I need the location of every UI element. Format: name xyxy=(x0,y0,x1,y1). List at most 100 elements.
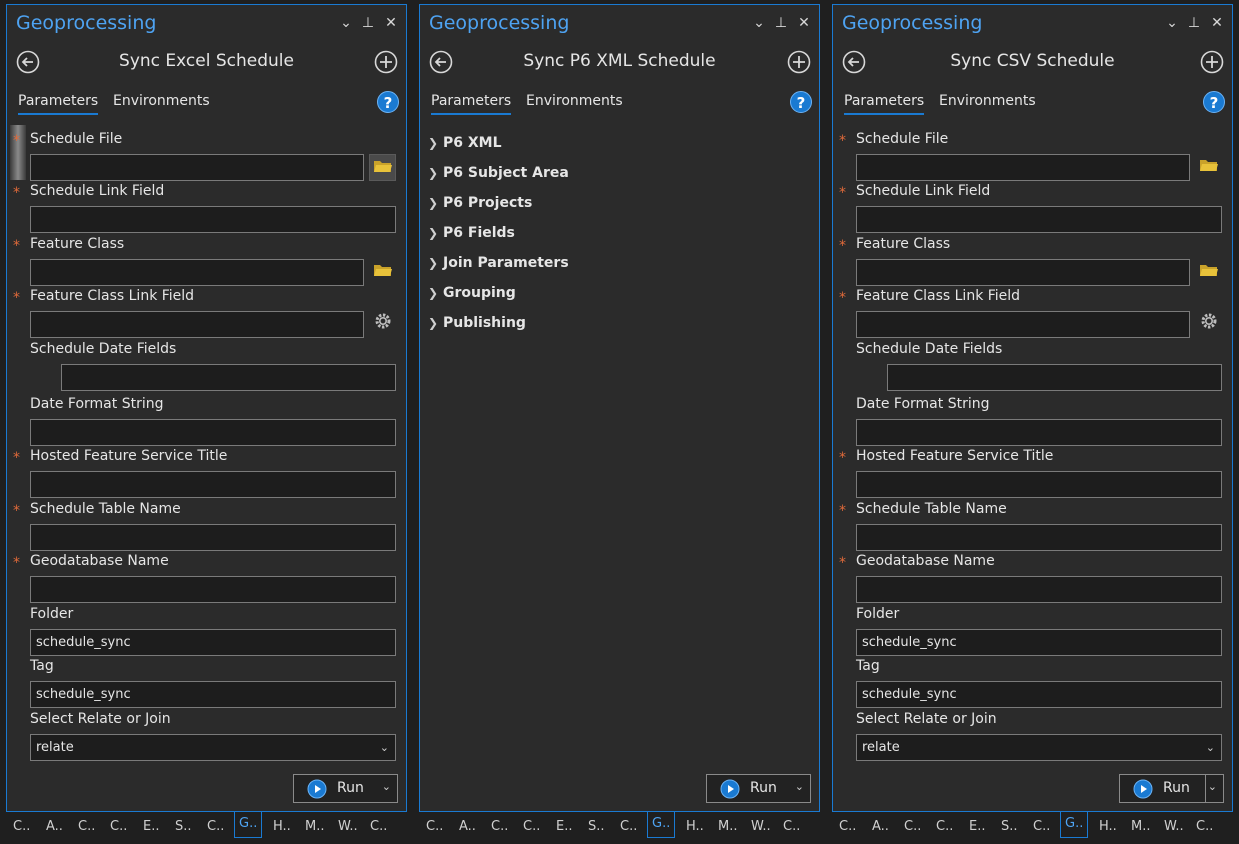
back-icon[interactable] xyxy=(842,50,866,74)
group-p6-xml[interactable]: ❯ P6 XML xyxy=(420,133,819,163)
pin-icon[interactable]: ⊥ xyxy=(360,15,376,31)
close-icon[interactable]: ✕ xyxy=(383,15,399,31)
tab-environments[interactable]: Environments xyxy=(113,93,210,113)
pin-icon[interactable]: ⊥ xyxy=(1186,15,1202,31)
dock-tab[interactable]: A.. xyxy=(459,815,476,839)
dock-tab-active[interactable]: G.. xyxy=(647,812,676,838)
folder-input[interactable]: schedule_sync xyxy=(30,629,396,656)
folder-browse-icon[interactable] xyxy=(1195,154,1222,181)
feature-class-link-field-input[interactable] xyxy=(30,311,364,338)
date-format-string-input[interactable] xyxy=(30,419,396,446)
schedule-table-name-input[interactable] xyxy=(30,524,396,551)
dock-tab[interactable]: C.. xyxy=(426,815,443,839)
options-chevron-icon[interactable]: ⌄ xyxy=(751,15,767,31)
dock-tab[interactable]: C.. xyxy=(110,815,127,839)
schedule-file-input[interactable] xyxy=(30,154,364,181)
tab-parameters[interactable]: Parameters xyxy=(844,93,925,115)
dock-tab[interactable]: W.. xyxy=(751,815,771,839)
back-icon[interactable] xyxy=(16,50,40,74)
folder-browse-icon[interactable] xyxy=(1195,259,1222,286)
folder-browse-icon[interactable] xyxy=(369,259,396,286)
dock-tab[interactable]: M.. xyxy=(305,815,324,839)
hosted-feature-service-title-input[interactable] xyxy=(30,471,396,498)
dock-tab[interactable]: M.. xyxy=(718,815,737,839)
geodatabase-name-input[interactable] xyxy=(856,576,1222,603)
group-publishing[interactable]: ❯ Publishing xyxy=(420,313,819,343)
group-p6-fields[interactable]: ❯ P6 Fields xyxy=(420,223,819,253)
dock-tab-active[interactable]: G.. xyxy=(1060,812,1089,838)
help-icon[interactable]: ? xyxy=(377,91,399,113)
dock-tab[interactable]: E.. xyxy=(143,815,159,839)
run-button[interactable]: Run ⌄ xyxy=(1119,774,1224,803)
back-icon[interactable] xyxy=(429,50,453,74)
dock-tab[interactable]: S.. xyxy=(588,815,605,839)
schedule-date-fields-input[interactable] xyxy=(887,364,1222,391)
date-format-string-input[interactable] xyxy=(856,419,1222,446)
dock-tab[interactable]: C.. xyxy=(207,815,224,839)
gear-icon[interactable] xyxy=(369,311,396,338)
schedule-link-field-input[interactable] xyxy=(856,206,1222,233)
dock-tab[interactable]: E.. xyxy=(969,815,985,839)
tag-input[interactable]: schedule_sync xyxy=(856,681,1222,708)
feature-class-input[interactable] xyxy=(856,259,1190,286)
close-icon[interactable]: ✕ xyxy=(796,15,812,31)
group-p6-projects[interactable]: ❯ P6 Projects xyxy=(420,193,819,223)
options-chevron-icon[interactable]: ⌄ xyxy=(1164,15,1180,31)
dock-tab[interactable]: C.. xyxy=(936,815,953,839)
dock-tab[interactable]: H.. xyxy=(1099,815,1117,839)
relate-or-join-select[interactable]: relate ⌄ xyxy=(30,734,396,761)
hosted-feature-service-title-input[interactable] xyxy=(856,471,1222,498)
add-icon[interactable] xyxy=(374,50,398,74)
tab-parameters[interactable]: Parameters xyxy=(431,93,512,115)
dock-tab[interactable]: E.. xyxy=(556,815,572,839)
dock-tab[interactable]: C.. xyxy=(370,815,387,839)
tab-environments[interactable]: Environments xyxy=(939,93,1036,113)
dock-tab[interactable]: A.. xyxy=(872,815,889,839)
feature-class-link-field-input[interactable] xyxy=(856,311,1190,338)
help-icon[interactable]: ? xyxy=(790,91,812,113)
tab-environments[interactable]: Environments xyxy=(526,93,623,113)
tab-parameters[interactable]: Parameters xyxy=(18,93,99,115)
dock-tab[interactable]: H.. xyxy=(686,815,704,839)
schedule-link-field-input[interactable] xyxy=(30,206,396,233)
dock-tab[interactable]: W.. xyxy=(338,815,358,839)
dock-tab[interactable]: C.. xyxy=(620,815,637,839)
schedule-date-fields-input[interactable] xyxy=(61,364,396,391)
add-icon[interactable] xyxy=(787,50,811,74)
relate-or-join-select[interactable]: relate ⌄ xyxy=(856,734,1222,761)
dock-tab[interactable]: W.. xyxy=(1164,815,1184,839)
chevron-down-icon[interactable]: ⌄ xyxy=(1208,780,1217,793)
group-grouping[interactable]: ❯ Grouping xyxy=(420,283,819,313)
dock-tab[interactable]: M.. xyxy=(1131,815,1150,839)
chevron-down-icon[interactable]: ⌄ xyxy=(382,780,391,793)
schedule-table-name-input[interactable] xyxy=(856,524,1222,551)
dock-tab[interactable]: C.. xyxy=(904,815,921,839)
group-p6-subject-area[interactable]: ❯ P6 Subject Area xyxy=(420,163,819,193)
pin-icon[interactable]: ⊥ xyxy=(773,15,789,31)
dock-tab[interactable]: C.. xyxy=(13,815,30,839)
folder-input[interactable]: schedule_sync xyxy=(856,629,1222,656)
dock-tab[interactable]: C.. xyxy=(1033,815,1050,839)
dock-tab[interactable]: C.. xyxy=(839,815,856,839)
options-chevron-icon[interactable]: ⌄ xyxy=(338,15,354,31)
run-button[interactable]: Run ⌄ xyxy=(293,774,398,803)
tag-input[interactable]: schedule_sync xyxy=(30,681,396,708)
dock-tab[interactable]: C.. xyxy=(523,815,540,839)
group-join-parameters[interactable]: ❯ Join Parameters xyxy=(420,253,819,283)
dock-tab[interactable]: C.. xyxy=(1196,815,1213,839)
chevron-down-icon[interactable]: ⌄ xyxy=(795,780,804,793)
dock-tab[interactable]: H.. xyxy=(273,815,291,839)
feature-class-input[interactable] xyxy=(30,259,364,286)
dock-tab[interactable]: C.. xyxy=(783,815,800,839)
schedule-file-input[interactable] xyxy=(856,154,1190,181)
dock-tab[interactable]: C.. xyxy=(78,815,95,839)
dock-tab[interactable]: A.. xyxy=(46,815,63,839)
dock-tab[interactable]: C.. xyxy=(491,815,508,839)
add-icon[interactable] xyxy=(1200,50,1224,74)
dock-tab[interactable]: S.. xyxy=(175,815,192,839)
close-icon[interactable]: ✕ xyxy=(1209,15,1225,31)
geodatabase-name-input[interactable] xyxy=(30,576,396,603)
dock-tab[interactable]: S.. xyxy=(1001,815,1018,839)
gear-icon[interactable] xyxy=(1195,311,1222,338)
run-button[interactable]: Run ⌄ xyxy=(706,774,811,803)
